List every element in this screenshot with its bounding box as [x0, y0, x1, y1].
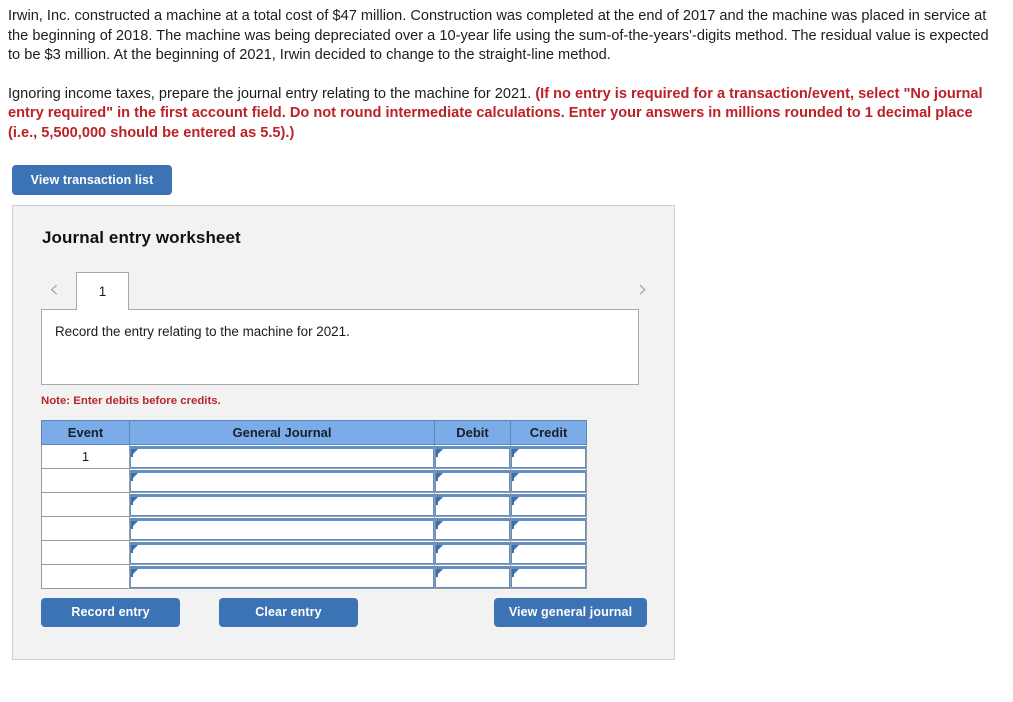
general-journal-input[interactable]	[130, 469, 434, 492]
worksheet-description-text: Record the entry relating to the machine…	[55, 324, 350, 339]
view-transaction-list-wrap: View transaction list	[0, 143, 1013, 195]
general-journal-input-cell[interactable]	[129, 540, 435, 565]
column-header-credit: Credit	[510, 420, 587, 445]
problem-paragraph-1: Irwin, Inc. constructed a machine at a t…	[8, 8, 989, 63]
credit-input-cell[interactable]	[510, 516, 587, 541]
problem-statement: Irwin, Inc. constructed a machine at a t…	[0, 0, 1013, 143]
general-journal-input-cell[interactable]	[129, 492, 435, 517]
table-row	[41, 540, 587, 565]
debit-input-cell[interactable]	[434, 540, 511, 565]
column-header-event: Event	[41, 420, 130, 445]
table-header-row: Event General Journal Debit Credit	[41, 420, 587, 445]
worksheet-title: Journal entry worksheet	[42, 228, 241, 247]
general-journal-input-cell[interactable]	[129, 468, 435, 493]
view-general-journal-button[interactable]: View general journal	[494, 598, 647, 627]
event-number-cell	[41, 468, 130, 493]
journal-entry-table: Event General Journal Debit Credit 1	[41, 420, 587, 589]
credit-input[interactable]	[511, 469, 586, 492]
general-journal-input-cell[interactable]	[129, 516, 435, 541]
table-row	[41, 564, 587, 589]
problem-paragraph-2: Ignoring income taxes, prepare the journ…	[8, 85, 1001, 144]
debit-input-cell[interactable]	[434, 444, 511, 469]
debit-input-cell[interactable]	[434, 468, 511, 493]
column-header-debit: Debit	[434, 420, 511, 445]
event-number-cell	[41, 492, 130, 517]
credit-input-cell[interactable]	[510, 444, 587, 469]
general-journal-input[interactable]	[130, 565, 434, 588]
debits-before-credits-note: Note: Enter debits before credits.	[41, 395, 221, 407]
page-root: Irwin, Inc. constructed a machine at a t…	[0, 0, 1013, 702]
credit-input-cell[interactable]	[510, 564, 587, 589]
worksheet-tabstrip: ‹ 1 ›	[13, 272, 674, 310]
credit-input[interactable]	[511, 445, 586, 468]
debit-input-cell[interactable]	[434, 516, 511, 541]
table-row: 1	[41, 444, 587, 469]
debit-input[interactable]	[435, 541, 510, 564]
worksheet-footer: Record entry Clear entry View general jo…	[13, 598, 676, 638]
general-journal-input-cell[interactable]	[129, 444, 435, 469]
general-journal-input[interactable]	[130, 517, 434, 540]
debit-input[interactable]	[435, 469, 510, 492]
credit-input[interactable]	[511, 541, 586, 564]
record-entry-button[interactable]: Record entry	[41, 598, 180, 627]
column-header-general-journal: General Journal	[129, 420, 435, 445]
credit-input-cell[interactable]	[510, 468, 587, 493]
debit-input[interactable]	[435, 493, 510, 516]
credit-input[interactable]	[511, 565, 586, 588]
credit-input[interactable]	[511, 493, 586, 516]
debit-input[interactable]	[435, 517, 510, 540]
debit-input-cell[interactable]	[434, 492, 511, 517]
table-row	[41, 468, 587, 493]
worksheet-description-box: Record the entry relating to the machine…	[41, 309, 639, 385]
worksheet-tab-1[interactable]: 1	[76, 272, 129, 310]
chevron-left-icon[interactable]: ‹	[41, 272, 67, 306]
journal-entry-worksheet-panel: Journal entry worksheet ‹ 1 › Record the…	[12, 205, 675, 660]
event-number-cell	[41, 516, 130, 541]
table-row	[41, 516, 587, 541]
general-journal-input-cell[interactable]	[129, 564, 435, 589]
problem-paragraph-2-plain: Ignoring income taxes, prepare the journ…	[8, 85, 536, 102]
debit-input-cell[interactable]	[434, 564, 511, 589]
table-row	[41, 492, 587, 517]
general-journal-input[interactable]	[130, 541, 434, 564]
event-number-cell	[41, 564, 130, 589]
clear-entry-button[interactable]: Clear entry	[219, 598, 358, 627]
chevron-right-icon[interactable]: ›	[630, 272, 656, 306]
event-number-cell	[41, 540, 130, 565]
credit-input[interactable]	[511, 517, 586, 540]
debit-input[interactable]	[435, 565, 510, 588]
general-journal-input[interactable]	[130, 493, 434, 516]
credit-input-cell[interactable]	[510, 492, 587, 517]
general-journal-input[interactable]	[130, 445, 434, 468]
view-transaction-list-button[interactable]: View transaction list	[12, 165, 172, 195]
credit-input-cell[interactable]	[510, 540, 587, 565]
debit-input[interactable]	[435, 445, 510, 468]
event-number-cell: 1	[41, 444, 130, 469]
